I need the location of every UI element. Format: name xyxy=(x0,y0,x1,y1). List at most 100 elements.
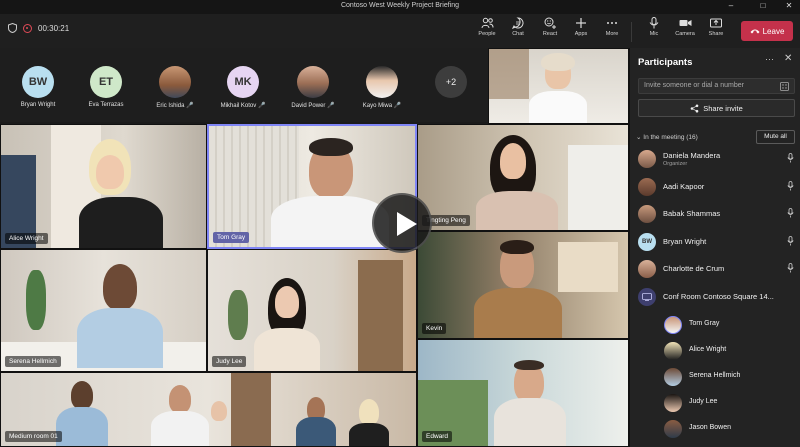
video-tile[interactable]: Alice Wright xyxy=(0,124,207,249)
avatar xyxy=(664,368,682,386)
video-tile[interactable]: Tingting Peng xyxy=(417,124,629,231)
camera-button[interactable]: Camera xyxy=(670,17,700,37)
strip-participant-name: Bryan Wright xyxy=(20,102,56,108)
video-tile[interactable]: Edward xyxy=(417,339,629,447)
avatar: MK xyxy=(227,66,259,98)
chat-button[interactable]: Chat xyxy=(503,17,533,37)
share-link-icon xyxy=(690,104,699,112)
participant-strip: BW Bryan Wright ET Eva Terrazas Eric Ish… xyxy=(0,48,488,122)
participant-name: Conf Room Contoso Square 14... xyxy=(663,292,774,301)
video-tile[interactable]: Kevin xyxy=(417,231,629,339)
mic-off-icon: 🎤 xyxy=(257,103,266,109)
room-member-row[interactable]: Jason Bowen xyxy=(664,419,800,441)
participants-panel: Participants ··· ✕ Invite someone or dia… xyxy=(629,48,800,447)
apps-button[interactable]: Apps xyxy=(566,17,596,37)
strip-participant[interactable]: ET Eva Terrazas xyxy=(76,66,136,108)
toolbar-divider xyxy=(631,22,632,42)
mic-icon[interactable] xyxy=(787,263,794,273)
participant-row[interactable]: Aadi Kapoor xyxy=(638,176,798,198)
panel-title: Participants xyxy=(638,57,693,68)
strip-participant[interactable]: BW Bryan Wright xyxy=(8,66,68,108)
phone-hangup-icon xyxy=(750,29,760,34)
strip-participant-name: David Power xyxy=(291,103,326,109)
chevron-down-icon: ⌄ xyxy=(636,134,642,141)
mic-icon[interactable] xyxy=(787,181,794,191)
share-invite-button[interactable]: Share invite xyxy=(638,99,795,117)
participant-row[interactable]: Daniela Mandera Organizer xyxy=(638,148,798,170)
strip-participant[interactable]: Kayo Miwa 🎤 xyxy=(352,66,412,109)
video-tile-speaker[interactable] xyxy=(488,48,629,124)
participant-row[interactable]: Charlotte de Crum xyxy=(638,258,798,280)
people-label: People xyxy=(478,31,496,37)
strip-participant[interactable]: Eric Ishida 🎤 xyxy=(145,66,205,109)
share-button[interactable]: Share xyxy=(701,17,731,37)
more-icon xyxy=(607,22,617,24)
room-member-row[interactable]: Judy Lee xyxy=(664,393,800,415)
tile-name-label: Alice Wright xyxy=(5,233,48,244)
mic-off-icon: 🎤 xyxy=(327,103,335,109)
invite-input[interactable]: Invite someone or dial a number xyxy=(638,78,795,94)
panel-more-icon[interactable]: ··· xyxy=(765,54,774,64)
participant-name: Bryan Wright xyxy=(663,237,707,246)
minimize-icon[interactable]: – xyxy=(720,0,742,14)
avatar: ET xyxy=(90,66,122,98)
mic-button[interactable]: Mic xyxy=(639,17,669,37)
react-label: React xyxy=(542,31,558,37)
mic-icon[interactable] xyxy=(787,236,794,246)
room-member-name: Serena Hellmich xyxy=(689,372,741,379)
apps-label: Apps xyxy=(574,31,588,37)
room-member-row[interactable]: Serena Hellmich xyxy=(664,367,800,389)
mic-icon[interactable] xyxy=(787,153,794,163)
strip-participant[interactable]: David Power 🎤 xyxy=(283,66,343,109)
maximize-icon[interactable]: □ xyxy=(752,0,774,14)
in-meeting-section[interactable]: ⌄ In the meeting (16) xyxy=(636,133,698,141)
video-tile[interactable]: Serena Hellmich xyxy=(0,249,207,372)
participant-row[interactable]: Babak Shammas xyxy=(638,203,798,225)
avatar xyxy=(664,420,682,438)
avatar xyxy=(664,316,682,334)
strip-participant[interactable]: MK Mikhail Kotov 🎤 xyxy=(213,66,273,109)
chat-icon xyxy=(512,17,524,29)
mic-off-icon: 🎤 xyxy=(186,103,194,109)
room-icon xyxy=(638,288,656,306)
room-member-row[interactable]: Tom Gray xyxy=(664,315,800,337)
leave-button[interactable]: Leave xyxy=(741,21,793,41)
strip-participant-name: Mikhail Kotov xyxy=(220,103,257,109)
tile-name-label: Judy Lee xyxy=(212,356,247,367)
more-participants-button[interactable]: +2 xyxy=(435,66,467,98)
people-button[interactable]: People xyxy=(472,17,502,37)
mic-icon[interactable] xyxy=(787,208,794,218)
avatar xyxy=(638,260,656,278)
dialpad-icon[interactable] xyxy=(780,82,789,91)
avatar xyxy=(664,394,682,412)
tile-name-label: Tom Gray xyxy=(213,232,250,243)
recording-icon xyxy=(23,23,32,33)
room-member-row[interactable]: Alice Wright xyxy=(664,341,800,363)
avatar xyxy=(664,342,682,360)
react-icon xyxy=(544,17,556,29)
participant-row[interactable]: BW Bryan Wright xyxy=(638,231,798,253)
close-window-icon[interactable]: ✕ xyxy=(778,0,800,14)
more-button[interactable]: More xyxy=(597,17,627,37)
mute-all-button[interactable]: Mute all xyxy=(756,130,795,144)
invite-placeholder: Invite someone or dial a number xyxy=(644,82,744,89)
mic-off-icon: 🎤 xyxy=(393,103,402,109)
participant-row-room[interactable]: Conf Room Contoso Square 14... xyxy=(638,286,798,308)
room-member-name: Alice Wright xyxy=(689,346,727,353)
avatar xyxy=(159,66,191,98)
participant-name: Charlotte de Crum xyxy=(663,264,725,273)
close-icon[interactable]: ✕ xyxy=(784,53,792,64)
room-member-name: Judy Lee xyxy=(689,398,718,405)
react-button[interactable]: React xyxy=(535,17,565,37)
apps-icon xyxy=(576,18,586,28)
video-tile[interactable]: Judy Lee xyxy=(207,249,417,372)
room-member-name: Jason Bowen xyxy=(689,424,732,431)
participant-name: Daniela Mandera xyxy=(663,151,721,160)
play-button[interactable] xyxy=(372,193,432,253)
avatar xyxy=(366,66,398,98)
video-tile-room[interactable]: Medium room 01 xyxy=(0,372,417,447)
mic-label: Mic xyxy=(649,31,659,37)
people-icon xyxy=(481,17,493,29)
window-title: Contoso West Weekly Project Briefing xyxy=(340,2,459,9)
share-label: Share xyxy=(708,31,724,37)
